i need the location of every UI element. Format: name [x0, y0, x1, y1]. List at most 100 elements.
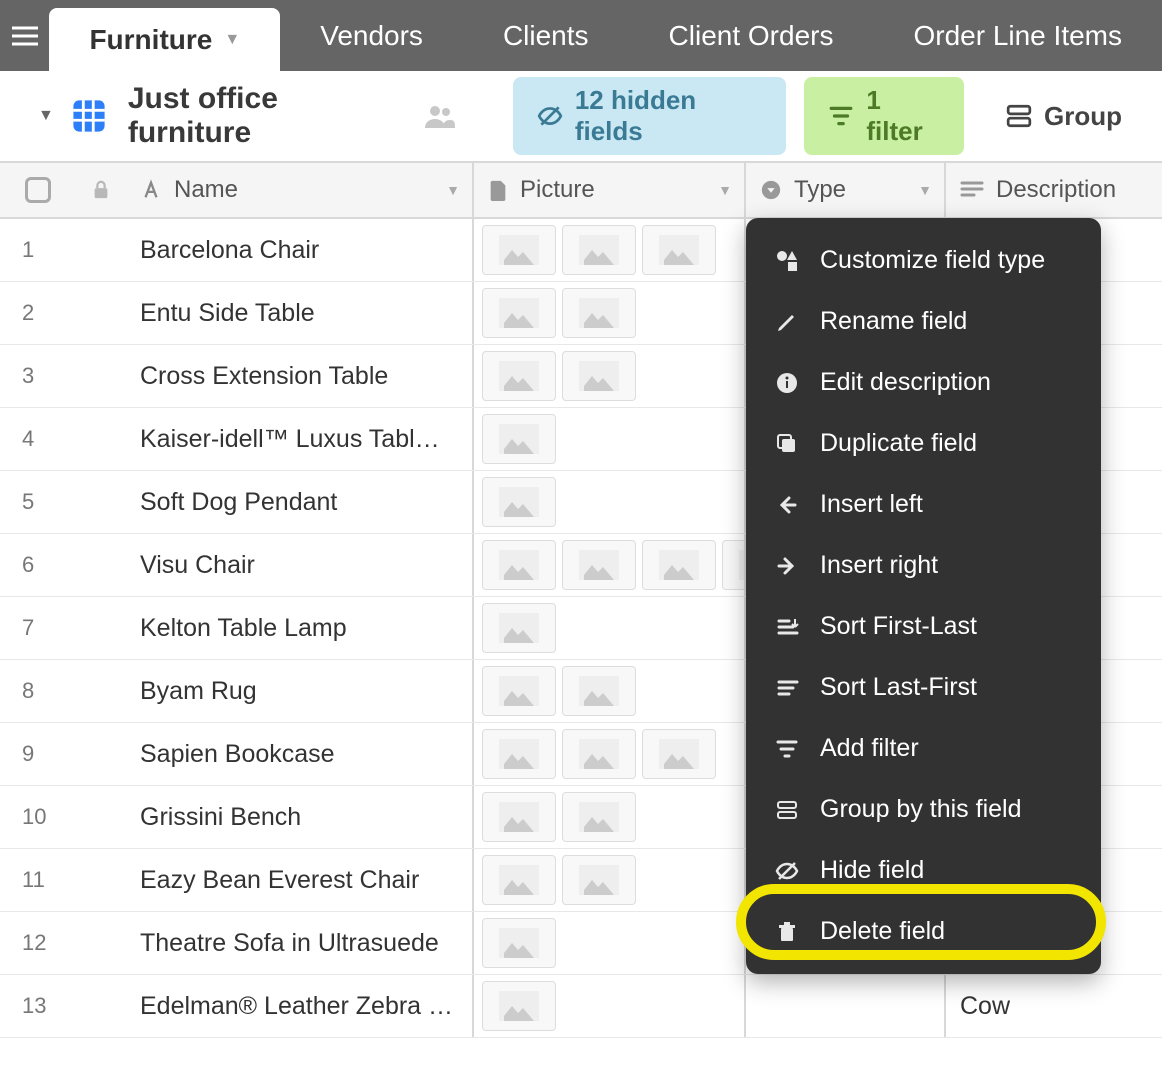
row-number[interactable]: 1: [0, 219, 76, 281]
menu-item-sort-az[interactable]: Sort First-Last: [746, 596, 1101, 657]
cell-name[interactable]: Barcelona Chair: [126, 219, 474, 281]
select-all-checkbox[interactable]: [0, 163, 76, 217]
filter-button[interactable]: 1 filter: [804, 77, 964, 155]
cell-name[interactable]: Kaiser-idell™ Luxus Tabl…: [126, 408, 474, 470]
cell-name[interactable]: Soft Dog Pendant: [126, 471, 474, 533]
cell-picture[interactable]: [474, 597, 746, 659]
attachment-thumbnail[interactable]: [482, 225, 556, 275]
row-number[interactable]: 10: [0, 786, 76, 848]
menu-item-copy[interactable]: Duplicate field: [746, 413, 1101, 474]
tab-furniture[interactable]: Furniture ▼: [49, 8, 280, 71]
cell-name[interactable]: Eazy Bean Everest Chair: [126, 849, 474, 911]
attachment-thumbnail[interactable]: [482, 540, 556, 590]
cell-name[interactable]: Theatre Sofa in Ultrasuede: [126, 912, 474, 974]
cell-picture[interactable]: [474, 408, 746, 470]
cell-type[interactable]: [746, 975, 946, 1037]
cell-name[interactable]: Sapien Bookcase: [126, 723, 474, 785]
attachment-thumbnail[interactable]: [562, 288, 636, 338]
hidden-fields-button[interactable]: 12 hidden fields: [513, 77, 787, 155]
cell-name[interactable]: Edelman® Leather Zebra …: [126, 975, 474, 1037]
menu-item-pencil[interactable]: Rename field: [746, 291, 1101, 352]
row-number[interactable]: 11: [0, 849, 76, 911]
cell-picture[interactable]: [474, 471, 746, 533]
cell-picture[interactable]: [474, 282, 746, 344]
cell-picture[interactable]: [474, 345, 746, 407]
cell-name[interactable]: Byam Rug: [126, 660, 474, 722]
row-number[interactable]: 7: [0, 597, 76, 659]
menu-item-group[interactable]: Group by this field: [746, 779, 1101, 840]
menu-icon[interactable]: [0, 0, 49, 71]
cell-name[interactable]: Visu Chair: [126, 534, 474, 596]
attachment-thumbnail[interactable]: [482, 477, 556, 527]
attachment-thumbnail[interactable]: [562, 855, 636, 905]
menu-item-trash[interactable]: Delete field: [746, 901, 1101, 962]
row-number[interactable]: 12: [0, 912, 76, 974]
attachment-thumbnail[interactable]: [642, 225, 716, 275]
attachment-thumbnail[interactable]: [562, 351, 636, 401]
column-header-picture[interactable]: Picture ▼: [474, 163, 746, 217]
menu-item-info[interactable]: Edit description: [746, 352, 1101, 413]
row-number[interactable]: 9: [0, 723, 76, 785]
row-number[interactable]: 6: [0, 534, 76, 596]
tab-order-line-items[interactable]: Order Line Items: [873, 0, 1162, 71]
chevron-down-icon[interactable]: ▼: [446, 182, 460, 198]
cell-name[interactable]: Grissini Bench: [126, 786, 474, 848]
chevron-down-icon[interactable]: ▼: [918, 182, 932, 198]
tab-client-orders[interactable]: Client Orders: [629, 0, 874, 71]
tab-clients[interactable]: Clients: [463, 0, 629, 71]
menu-item-left[interactable]: Insert left: [746, 474, 1101, 535]
attachment-thumbnail[interactable]: [482, 288, 556, 338]
attachment-thumbnail[interactable]: [562, 225, 636, 275]
attachment-thumbnail[interactable]: [482, 792, 556, 842]
column-header-type[interactable]: Type ▼: [746, 163, 946, 217]
chevron-down-icon[interactable]: ▼: [718, 182, 732, 198]
tab-vendors[interactable]: Vendors: [280, 0, 463, 71]
column-header-description[interactable]: Description: [946, 163, 1162, 217]
cell-picture[interactable]: [474, 786, 746, 848]
attachment-thumbnail[interactable]: [482, 729, 556, 779]
cell-picture[interactable]: [474, 534, 746, 596]
row-number[interactable]: 8: [0, 660, 76, 722]
menu-item-sort-za[interactable]: Sort Last-First: [746, 657, 1101, 718]
column-header-name[interactable]: Name ▼: [126, 163, 474, 217]
grid-view-icon[interactable]: [72, 99, 106, 133]
cell-picture[interactable]: [474, 723, 746, 785]
view-name[interactable]: Just office furniture: [128, 82, 399, 150]
attachment-thumbnail[interactable]: [482, 981, 556, 1031]
row-number[interactable]: 3: [0, 345, 76, 407]
attachment-thumbnail[interactable]: [642, 729, 716, 779]
menu-item-hide[interactable]: Hide field: [746, 840, 1101, 901]
cell-description[interactable]: Cow: [946, 975, 1162, 1037]
attachment-thumbnail[interactable]: [482, 918, 556, 968]
attachment-thumbnail[interactable]: [562, 540, 636, 590]
cell-picture[interactable]: [474, 975, 746, 1037]
cell-name[interactable]: Entu Side Table: [126, 282, 474, 344]
group-button[interactable]: Group: [982, 93, 1146, 140]
row-number[interactable]: 13: [0, 975, 76, 1037]
view-dropdown-caret[interactable]: ▼: [38, 107, 54, 125]
menu-item-filter[interactable]: Add filter: [746, 718, 1101, 779]
row-number[interactable]: 4: [0, 408, 76, 470]
attachment-thumbnail[interactable]: [482, 351, 556, 401]
attachment-thumbnail[interactable]: [482, 414, 556, 464]
table-row[interactable]: 13 Edelman® Leather Zebra … Cow: [0, 975, 1162, 1038]
attachment-thumbnail[interactable]: [482, 666, 556, 716]
cell-picture[interactable]: [474, 849, 746, 911]
cell-picture[interactable]: [474, 219, 746, 281]
attachment-thumbnail[interactable]: [482, 855, 556, 905]
cell-name[interactable]: Cross Extension Table: [126, 345, 474, 407]
attachment-thumbnail[interactable]: [482, 603, 556, 653]
menu-item-right[interactable]: Insert right: [746, 535, 1101, 596]
attachment-thumbnail[interactable]: [562, 792, 636, 842]
cell-picture[interactable]: [474, 660, 746, 722]
attachment-thumbnail[interactable]: [562, 666, 636, 716]
row-number[interactable]: 2: [0, 282, 76, 344]
collaborators-icon[interactable]: [425, 104, 455, 128]
row-number[interactable]: 5: [0, 471, 76, 533]
attachment-thumbnail[interactable]: [642, 540, 716, 590]
cell-name[interactable]: Kelton Table Lamp: [126, 597, 474, 659]
menu-item-customize[interactable]: Customize field type: [746, 230, 1101, 291]
attachment-thumbnail[interactable]: [722, 540, 746, 590]
cell-picture[interactable]: [474, 912, 746, 974]
attachment-thumbnail[interactable]: [562, 729, 636, 779]
